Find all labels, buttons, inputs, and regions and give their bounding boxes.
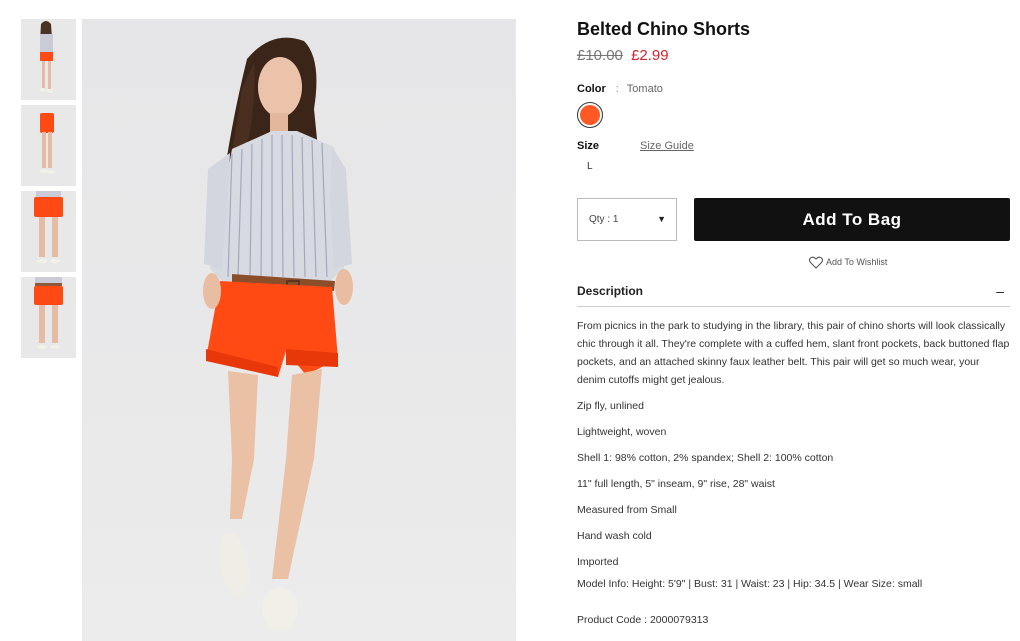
size-guide-link[interactable]: Size Guide — [640, 139, 694, 153]
quantity-label: Qty : 1 — [589, 214, 619, 225]
thumbnail-back[interactable] — [21, 191, 76, 272]
color-label: Color — [577, 83, 606, 95]
wishlist-label: Add To Wishlist — [826, 257, 888, 267]
detail-item: Shell 1: 98% cotton, 2% spandex; Shell 2… — [577, 452, 834, 464]
product-title: Belted Chino Shorts — [577, 19, 751, 39]
thumbnail-front[interactable] — [21, 19, 76, 100]
model-photo — [203, 37, 353, 631]
caret-down-icon: ▼ — [657, 214, 666, 224]
size-label: Size — [577, 140, 600, 152]
description-heading: Description — [577, 284, 644, 298]
product-details: Belted Chino Shorts £10.00 £2.99 Color: T… — [577, 18, 1010, 626]
detail-item: 11" full length, 5" inseam, 9" rise, 28"… — [577, 478, 775, 490]
detail-item: Hand wash cold — [577, 530, 652, 542]
color-separator: : — [615, 83, 619, 95]
thumbnail-closeup[interactable] — [21, 277, 76, 358]
model-info: Model Info: Height: 5'9" | Bust: 31 | Wa… — [577, 578, 923, 590]
color-swatch-dot — [580, 105, 600, 125]
color-swatch-tomato[interactable] — [577, 102, 603, 128]
thumbnail-side[interactable] — [21, 105, 76, 186]
thumbnail-closeup-image — [21, 277, 76, 358]
size-row: Size Size Guide — [577, 139, 1010, 153]
detail-item: Zip fly, unlined — [577, 400, 644, 412]
thumbnail-back-image — [21, 191, 76, 272]
product-code: Product Code : 2000079313 — [577, 614, 709, 626]
thumbnail-front-image — [21, 19, 76, 100]
price: £10.00 £2.99 — [577, 46, 1010, 66]
detail-item: Lightweight, woven — [577, 426, 667, 438]
purchase-row: Qty : 1 ▼ Add To Bag — [577, 198, 1010, 241]
detail-item: Measured from Small — [577, 504, 677, 516]
original-price: £10.00 — [577, 47, 623, 64]
description-text: From picnics in the park to studying in … — [577, 320, 1010, 386]
thumbnail-list — [21, 19, 76, 363]
color-value: Tomato — [626, 83, 663, 95]
sale-price: £2.99 — [631, 47, 669, 64]
color-row: Color: Tomato — [577, 82, 1010, 96]
detail-item: Imported — [577, 556, 619, 568]
description-header[interactable]: Description – — [577, 282, 1010, 307]
quantity-select[interactable]: Qty : 1 ▼ — [577, 198, 677, 241]
collapse-icon[interactable]: – — [996, 282, 1004, 300]
product-main-image[interactable] — [82, 19, 516, 641]
add-to-wishlist-link[interactable]: Add To Wishlist — [808, 254, 888, 270]
add-to-bag-button[interactable]: Add To Bag — [694, 198, 1010, 241]
description-body: From picnics in the park to studying in … — [577, 317, 1010, 629]
heart-icon — [808, 256, 824, 269]
thumbnail-side-image — [21, 105, 76, 186]
size-option-l[interactable]: L — [587, 161, 1010, 173]
